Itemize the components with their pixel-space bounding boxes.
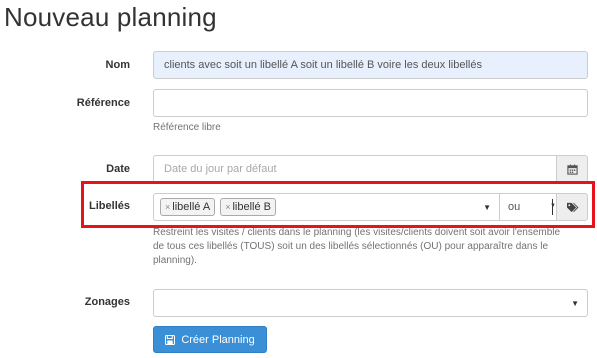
nom-input-value: clients avec soit un libellé A soit un l… [164,59,482,71]
libelles-select[interactable]: × libellé A × libellé B ▼ [153,193,500,221]
nom-input[interactable]: clients avec soit un libellé A soit un l… [153,51,588,79]
libelles-tags-addon [556,193,588,221]
libelles-label: Libellés [89,200,130,212]
reference-input[interactable] [153,89,588,117]
create-planning-button[interactable]: Créer Planning [153,326,267,353]
reference-label: Référence [76,97,130,109]
nom-label: Nom [105,59,130,71]
chevron-down-icon: ▼ [571,299,579,308]
tags-icon [566,202,578,212]
zonages-label: Zonages [84,296,130,308]
date-calendar-button[interactable] [556,155,588,183]
calendar-icon [566,163,578,175]
page-title: Nouveau planning [4,2,217,32]
libelles-help: Restreint les visites / clients dans le … [153,226,593,268]
chevron-down-icon: ▼ [483,203,491,212]
tag-label: libellé A [172,201,211,213]
libelles-help-line1: Restreint les visites / clients dans le … [153,227,561,238]
reference-help: Référence libre [153,122,221,133]
tag-remove-icon[interactable]: × [225,202,230,212]
tag-label: libellé B [232,201,271,213]
page: Nouveau planning Nom clients avec soit u… [0,0,597,358]
save-icon [165,334,176,345]
zonages-select[interactable]: ▼ [153,289,588,317]
libelles-help-line3: planning). [153,255,197,266]
date-input[interactable]: Date du jour par défaut [153,155,557,183]
libelles-help-line2: de tous ces libellés (TOUS) soit un des … [153,241,549,252]
tag-libelle-a: × libellé A [160,198,216,216]
date-label: Date [106,163,130,175]
create-planning-label: Créer Planning [181,333,255,346]
operator-select[interactable]: ou ▼ [499,193,557,221]
tag-libelle-b: × libellé B [220,198,276,216]
operator-value: ou [508,201,521,213]
tag-remove-icon[interactable]: × [165,202,170,212]
date-placeholder: Date du jour par défaut [164,163,277,175]
